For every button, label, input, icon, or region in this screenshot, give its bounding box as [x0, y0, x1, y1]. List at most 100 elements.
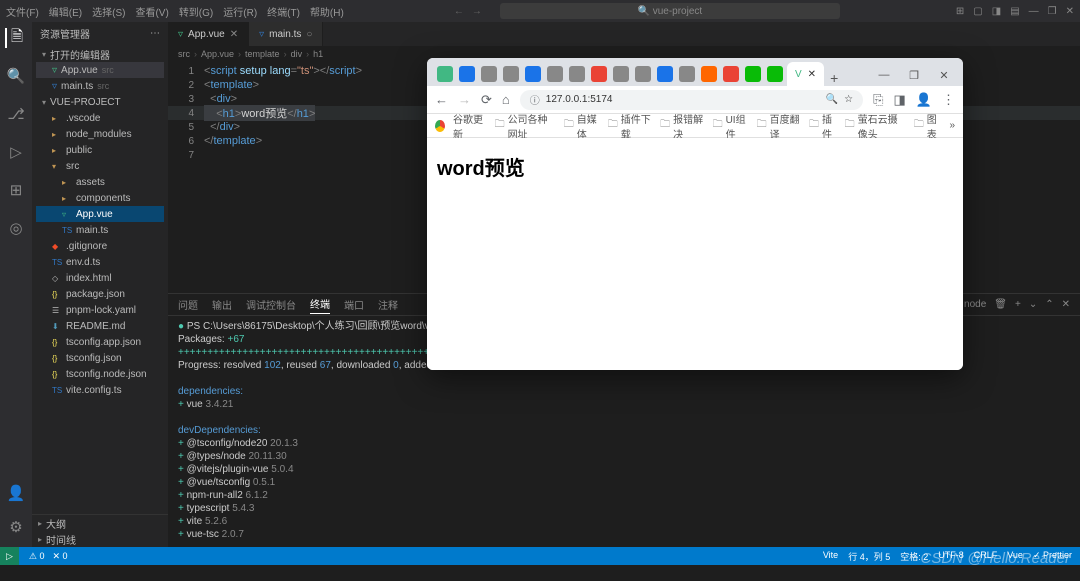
browser-reload-icon[interactable]: ⟳	[481, 92, 492, 108]
close-icon[interactable]: ✕	[1066, 6, 1074, 17]
extension-icon[interactable]	[723, 66, 739, 82]
extension-icon[interactable]	[437, 66, 453, 82]
close-panel-icon[interactable]: ✕	[1062, 299, 1070, 310]
extension-icon[interactable]	[569, 66, 585, 82]
sidebar-icon[interactable]: ◨	[992, 6, 1001, 17]
extension-icon[interactable]	[459, 66, 475, 82]
panel-tab[interactable]: 端口	[344, 297, 364, 312]
settings-icon[interactable]: ⚙	[6, 517, 26, 537]
file-item[interactable]: ▿App.vue	[36, 206, 164, 222]
breadcrumb-item[interactable]: h1	[313, 49, 323, 59]
url-bar[interactable]: ⓘ 127.0.0.1:5174 🔍 ☆	[520, 90, 863, 110]
bookmark-item[interactable]: 🗀UI组件	[713, 111, 749, 141]
file-item[interactable]: TSmain.ts	[36, 222, 164, 238]
menu-item[interactable]: 终端(T)	[267, 4, 300, 19]
scm-icon[interactable]: ⎇	[6, 104, 26, 124]
editor-tab[interactable]: ▿App.vue✕	[168, 22, 249, 46]
info-icon[interactable]: ⓘ	[530, 92, 540, 107]
panel-tab[interactable]: 输出	[212, 297, 232, 312]
file-item[interactable]: TSenv.d.ts	[36, 254, 164, 270]
extension-icon[interactable]	[525, 66, 541, 82]
nav-arrows[interactable]: ← →	[454, 6, 482, 17]
menu-item[interactable]: 运行(R)	[223, 4, 257, 19]
extension-icon[interactable]	[767, 66, 783, 82]
debug-icon[interactable]: ▷	[6, 142, 26, 162]
extension-icon[interactable]	[481, 66, 497, 82]
file-item[interactable]: {}tsconfig.json	[36, 350, 164, 366]
chevron-icon[interactable]: ⌄	[1029, 299, 1037, 310]
menu-item[interactable]: 文件(F)	[6, 4, 39, 19]
browser-close-icon[interactable]: ✕	[929, 64, 959, 86]
browser-maximize-icon[interactable]: ❐	[899, 64, 929, 86]
shell-label[interactable]: node	[964, 299, 986, 310]
folder-item[interactable]: ▸.vscode	[36, 110, 164, 126]
browser-minimize-icon[interactable]: —	[869, 64, 899, 86]
outline-section[interactable]: ▸大纲	[32, 515, 168, 531]
account-icon[interactable]: 👤	[6, 483, 26, 503]
extension-icon[interactable]	[613, 66, 629, 82]
reader-icon[interactable]: ◨	[894, 92, 906, 108]
menu-item[interactable]: 帮助(H)	[310, 4, 344, 19]
menu-item[interactable]: 查看(V)	[135, 4, 168, 19]
remote-launch[interactable]: ▷	[0, 547, 19, 565]
maximize-panel-icon[interactable]: ⌃	[1045, 299, 1053, 310]
folder-item[interactable]: ▸components	[36, 190, 164, 206]
star-icon[interactable]: ☆	[844, 94, 853, 105]
extension-icon[interactable]	[679, 66, 695, 82]
panel-tab[interactable]: 终端	[310, 296, 330, 314]
extension-icon[interactable]	[701, 66, 717, 82]
tab-close-icon[interactable]: ✕	[230, 29, 238, 40]
panel-tab[interactable]: 调试控制台	[246, 297, 296, 312]
panel-icon[interactable]: ▢	[973, 6, 982, 17]
folder-item[interactable]: ▸node_modules	[36, 126, 164, 142]
folder-item[interactable]: ▸public	[36, 142, 164, 158]
extension-icon[interactable]	[745, 66, 761, 82]
breadcrumb-item[interactable]: src	[178, 49, 190, 59]
file-item[interactable]: ◇index.html	[36, 270, 164, 286]
bookmark-item[interactable]: 🗀图表	[914, 111, 942, 141]
bookmark-item[interactable]: 🗀报错解决	[660, 111, 704, 141]
zoom-icon[interactable]: 🔍	[826, 94, 838, 105]
bookmark-item[interactable]: 🗀萤石云摄像头	[845, 111, 906, 141]
bookmark-item[interactable]: 🗀插件	[809, 111, 837, 141]
tab-close-icon[interactable]: ✕	[808, 69, 816, 80]
file-item[interactable]: TSvite.config.ts	[36, 382, 164, 398]
breadcrumb-item[interactable]: template	[245, 49, 280, 59]
search-icon[interactable]: 🔍	[6, 66, 26, 86]
maximize-icon[interactable]: ❐	[1048, 6, 1057, 17]
file-item[interactable]: {}tsconfig.node.json	[36, 366, 164, 382]
more-icon[interactable]: ⋯	[150, 28, 160, 39]
customize-icon[interactable]: ▤	[1010, 6, 1019, 17]
browser-fwd-icon[interactable]: →	[458, 92, 471, 107]
browser-home-icon[interactable]: ⌂	[502, 92, 510, 107]
bookmarks-overflow-icon[interactable]: »	[949, 120, 955, 131]
project-header[interactable]: ▾VUE-PROJECT	[36, 94, 164, 110]
menu-item[interactable]: 转到(G)	[179, 4, 213, 19]
status-item[interactable]: ✕ 0	[53, 551, 68, 562]
add-terminal-icon[interactable]: +	[1015, 299, 1021, 310]
tab-close-icon[interactable]: ○	[306, 29, 312, 40]
status-item[interactable]: ⚠ 0	[29, 551, 45, 562]
test-icon[interactable]: ◎	[6, 218, 26, 238]
extension-icon[interactable]	[547, 66, 563, 82]
folder-item[interactable]: ▾src	[36, 158, 164, 174]
extension-icon[interactable]	[635, 66, 651, 82]
menu-item[interactable]: 编辑(E)	[49, 4, 82, 19]
file-item[interactable]: ⬇README.md	[36, 318, 164, 334]
layout-icon[interactable]: ⊞	[956, 6, 964, 17]
chrome-icon[interactable]	[435, 120, 445, 132]
bookmark-item[interactable]: 谷歌更新	[453, 111, 487, 141]
file-item[interactable]: {}tsconfig.app.json	[36, 334, 164, 350]
open-editor-item[interactable]: ▿main.ts src	[36, 78, 164, 94]
breadcrumb-item[interactable]: div	[291, 49, 303, 59]
extension-icon[interactable]	[591, 66, 607, 82]
browser-back-icon[interactable]: ←	[435, 92, 448, 107]
breadcrumb-item[interactable]: App.vue	[201, 49, 234, 59]
menu-item[interactable]: 选择(S)	[92, 4, 125, 19]
nav-fwd-icon[interactable]: →	[472, 6, 482, 17]
new-tab-icon[interactable]: +	[830, 70, 838, 86]
status-item[interactable]: Vite	[823, 550, 838, 563]
open-editor-item[interactable]: ▿App.vue src	[36, 62, 164, 78]
browser-menu-icon[interactable]: ⋮	[942, 92, 955, 108]
panel-tab[interactable]: 注释	[378, 297, 398, 312]
